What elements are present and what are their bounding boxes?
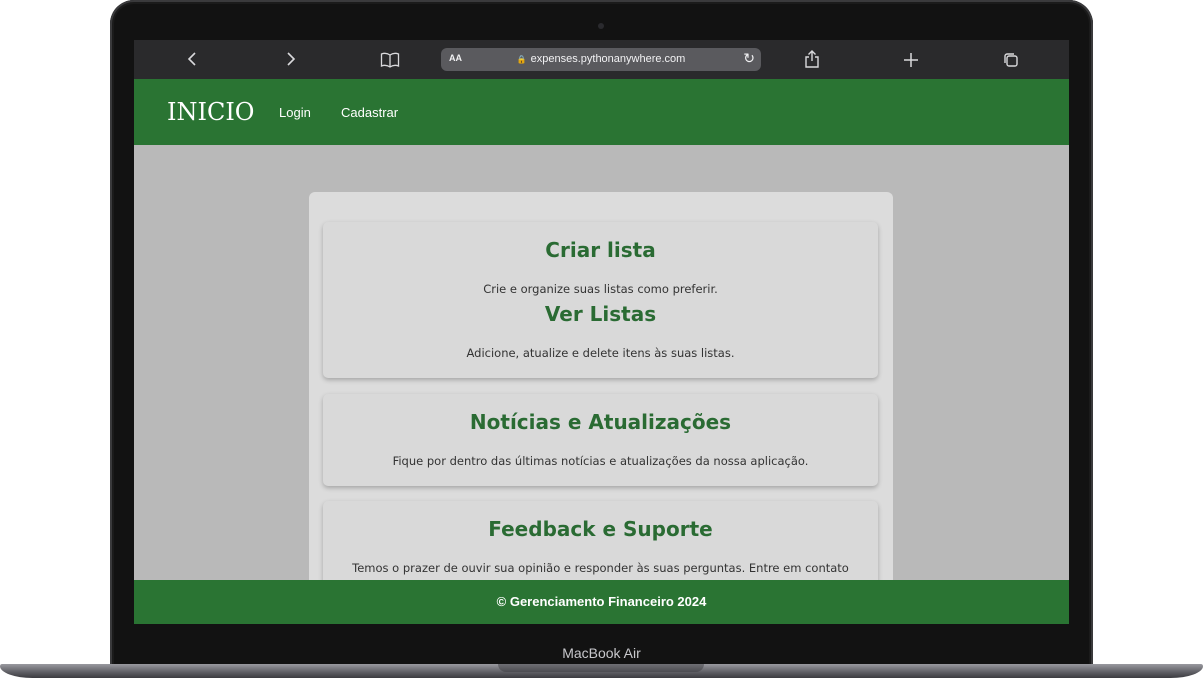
back-icon[interactable]	[180, 40, 204, 79]
share-icon[interactable]	[800, 40, 824, 79]
browser-toolbar: AA 🔒 expenses.pythonanywhere.com ↻	[134, 40, 1069, 79]
card-title-create-list: Criar lista	[545, 238, 656, 262]
main-container: Criar lista Crie e organize suas listas …	[309, 192, 893, 621]
card-title-feedback: Feedback e Suporte	[488, 517, 713, 541]
plus-icon[interactable]	[899, 40, 923, 79]
card-text-view-lists: Adicione, atualize e delete itens às sua…	[466, 346, 735, 360]
forward-icon[interactable]	[279, 40, 303, 79]
camera-dot	[598, 23, 604, 29]
brand-link[interactable]: INICIO	[167, 98, 254, 126]
site-footer: © Gerenciamento Financeiro 2024	[134, 580, 1069, 624]
reload-icon[interactable]: ↻	[743, 50, 755, 67]
card-text-create-list: Crie e organize suas listas como preferi…	[483, 282, 718, 296]
nav-register-link[interactable]: Cadastrar	[341, 105, 398, 120]
url-text: expenses.pythonanywhere.com	[530, 53, 686, 65]
laptop-base	[0, 664, 1203, 691]
card-text-feedback: Temos o prazer de ouvir sua opinião e re…	[352, 561, 849, 575]
card-title-news: Notícias e Atualizações	[469, 410, 732, 434]
browser-screen: AA 🔒 expenses.pythonanywhere.com ↻ INICIO…	[134, 40, 1069, 624]
laptop-notch	[498, 664, 704, 672]
card-text-news: Fique por dentro das últimas notícias e …	[392, 454, 809, 468]
site-header: INICIO Login Cadastrar	[134, 79, 1069, 145]
url-bar[interactable]: AA 🔒 expenses.pythonanywhere.com ↻	[441, 48, 761, 71]
device-label: MacBook Air	[562, 645, 641, 661]
lock-icon: 🔒	[516, 55, 527, 64]
card-news: Notícias e Atualizações Fique por dentro…	[323, 394, 878, 486]
tabs-icon[interactable]	[999, 40, 1023, 79]
book-icon[interactable]	[378, 40, 402, 79]
card-title-view-lists: Ver Listas	[544, 302, 657, 326]
laptop-mockup: AA 🔒 expenses.pythonanywhere.com ↻ INICIO…	[0, 0, 1203, 691]
card-lists: Criar lista Crie e organize suas listas …	[323, 222, 878, 378]
nav-login-link[interactable]: Login	[279, 105, 311, 120]
